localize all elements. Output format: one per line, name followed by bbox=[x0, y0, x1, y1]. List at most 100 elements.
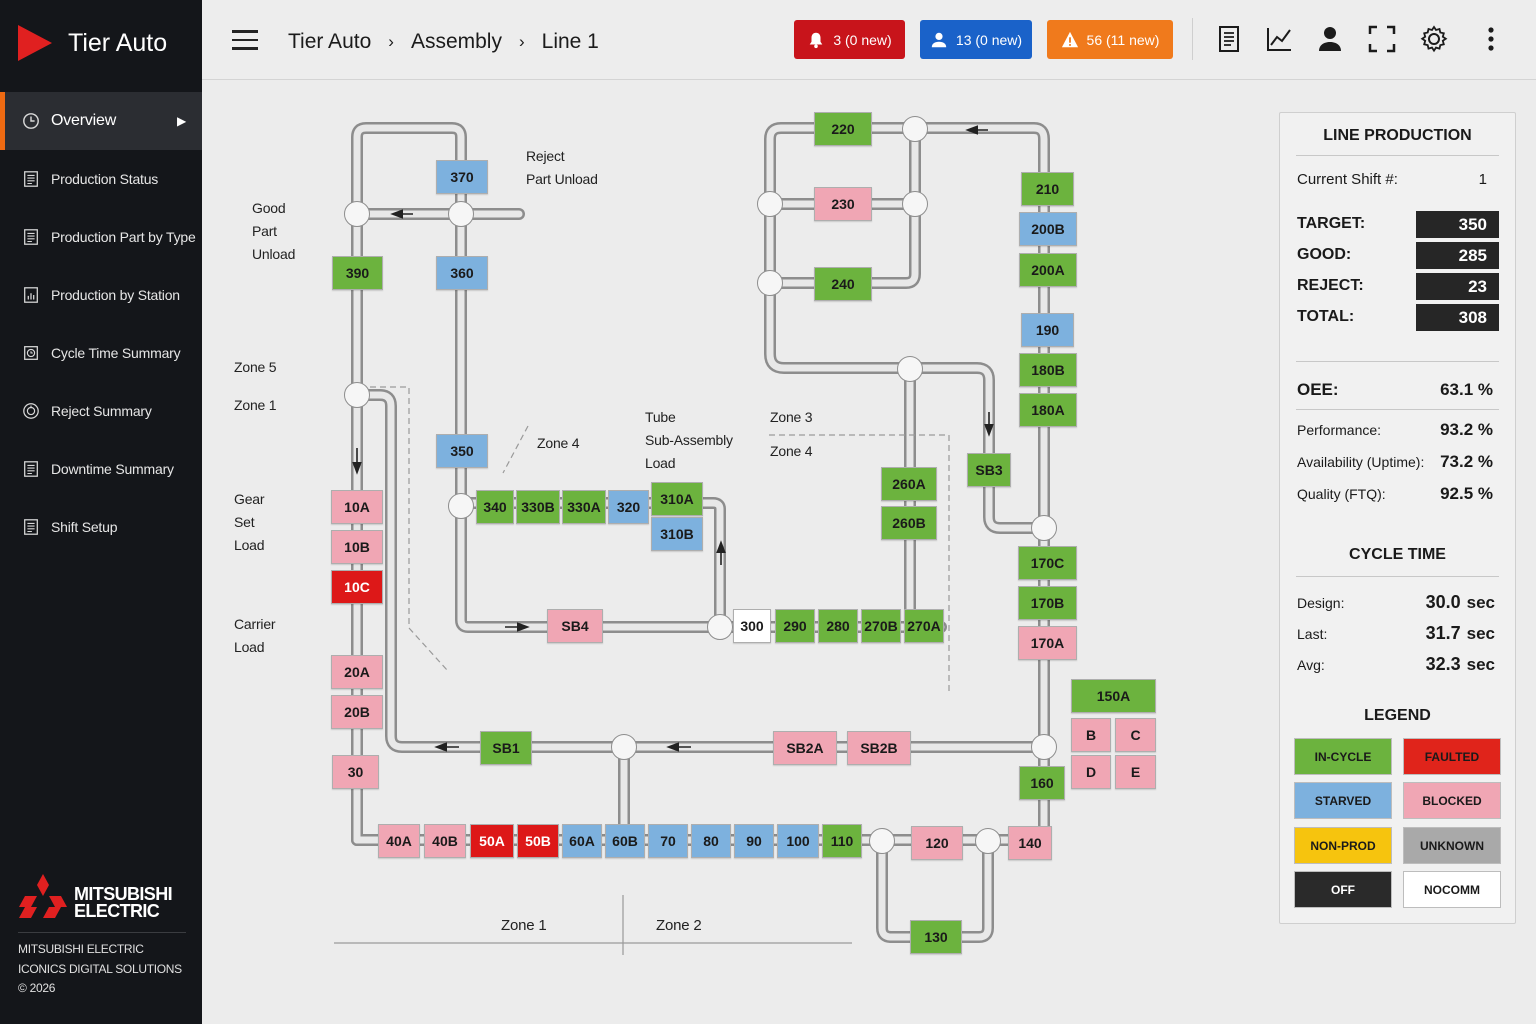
breadcrumb-item[interactable]: Line 1 bbox=[542, 30, 599, 54]
station-SB1[interactable]: SB1 bbox=[480, 731, 532, 765]
station-50A[interactable]: 50A bbox=[470, 824, 514, 858]
station-SB3[interactable]: SB3 bbox=[967, 453, 1011, 487]
gear-set-load-label: Gear Set Load bbox=[234, 491, 265, 553]
station-50B[interactable]: 50B bbox=[517, 824, 559, 858]
app-brand[interactable]: Tier Auto bbox=[18, 20, 167, 66]
station-200A[interactable]: 200A bbox=[1019, 253, 1077, 287]
sidebar-item-reject-summary[interactable]: Reject Summary bbox=[0, 382, 202, 440]
station-160[interactable]: 160 bbox=[1019, 766, 1065, 800]
station-10A[interactable]: 10A bbox=[331, 490, 383, 524]
cycle-time-title: CYCLE TIME bbox=[1349, 546, 1446, 563]
station-140[interactable]: 140 bbox=[1008, 826, 1052, 860]
station-350[interactable]: 350 bbox=[436, 434, 488, 468]
station-270A[interactable]: 270A bbox=[904, 609, 944, 643]
warnings-button[interactable]: 56 (11 new) bbox=[1047, 20, 1173, 59]
station-330B[interactable]: 330B bbox=[516, 490, 560, 524]
sidebar-item-production-status[interactable]: Production Status bbox=[0, 150, 202, 208]
station-180B[interactable]: 180B bbox=[1019, 353, 1077, 387]
station-40A[interactable]: 40A bbox=[378, 824, 420, 858]
station-300[interactable]: 300 bbox=[733, 609, 771, 643]
station-60A[interactable]: 60A bbox=[562, 824, 602, 858]
trend-icon[interactable] bbox=[1264, 24, 1294, 54]
station-B[interactable]: B bbox=[1071, 718, 1111, 752]
station-100[interactable]: 100 bbox=[777, 824, 819, 858]
station-280[interactable]: 280 bbox=[818, 609, 858, 643]
station-170C[interactable]: 170C bbox=[1018, 546, 1077, 580]
station-90[interactable]: 90 bbox=[734, 824, 774, 858]
station-270B[interactable]: 270B bbox=[861, 609, 901, 643]
sidebar-item-overview[interactable]: Overview ▶ bbox=[0, 92, 202, 150]
station-20B[interactable]: 20B bbox=[331, 695, 383, 729]
station-330A[interactable]: 330A bbox=[562, 490, 606, 524]
station-170B[interactable]: 170B bbox=[1018, 586, 1077, 620]
legend-unknown: UNKNOWN bbox=[1403, 827, 1501, 864]
station-130[interactable]: 130 bbox=[910, 920, 962, 954]
more-vertical-icon[interactable] bbox=[1476, 24, 1506, 54]
station-200B[interactable]: 200B bbox=[1019, 212, 1077, 246]
station-60B[interactable]: 60B bbox=[605, 824, 645, 858]
alarms-button[interactable]: 3 (0 new) bbox=[794, 20, 905, 59]
station-120[interactable]: 120 bbox=[911, 826, 963, 860]
sidebar-item-production-part-by-type[interactable]: Production Part by Type bbox=[0, 208, 202, 266]
station-E[interactable]: E bbox=[1115, 755, 1156, 789]
station-260B[interactable]: 260B bbox=[881, 506, 937, 540]
station-340[interactable]: 340 bbox=[476, 490, 514, 524]
station-SB4[interactable]: SB4 bbox=[547, 609, 603, 643]
station-30[interactable]: 30 bbox=[332, 755, 379, 789]
station-110[interactable]: 110 bbox=[822, 824, 862, 858]
fullscreen-icon[interactable] bbox=[1367, 24, 1397, 54]
station-240[interactable]: 240 bbox=[814, 267, 872, 301]
station-80[interactable]: 80 bbox=[691, 824, 731, 858]
station-260A[interactable]: 260A bbox=[881, 467, 937, 501]
station-370[interactable]: 370 bbox=[436, 160, 488, 194]
sidebar-item-label: Downtime Summary bbox=[51, 461, 174, 477]
report-icon[interactable] bbox=[1214, 24, 1244, 54]
station-210[interactable]: 210 bbox=[1021, 172, 1074, 206]
carrier-load-label: Carrier Load bbox=[234, 616, 276, 655]
station-220[interactable]: 220 bbox=[814, 112, 872, 146]
user-icon[interactable] bbox=[1315, 24, 1345, 54]
sidebar-item-label: Production Part by Type bbox=[51, 229, 196, 245]
sidebar-item-downtime-summary[interactable]: Downtime Summary bbox=[0, 440, 202, 498]
station-290[interactable]: 290 bbox=[775, 609, 815, 643]
junction-node bbox=[757, 191, 783, 217]
station-360[interactable]: 360 bbox=[436, 256, 488, 290]
station-170A[interactable]: 170A bbox=[1018, 626, 1077, 660]
station-10C[interactable]: 10C bbox=[331, 570, 383, 604]
sidebar-item-production-by-station[interactable]: Production by Station bbox=[0, 266, 202, 324]
station-310B[interactable]: 310B bbox=[651, 517, 703, 551]
sidebar-item-shift-setup[interactable]: Shift Setup bbox=[0, 498, 202, 556]
station-20A[interactable]: 20A bbox=[331, 655, 383, 689]
station-320[interactable]: 320 bbox=[608, 490, 649, 524]
breadcrumb-item[interactable]: Assembly bbox=[411, 30, 502, 54]
sidebar-item-cycle-time-summary[interactable]: Cycle Time Summary bbox=[0, 324, 202, 382]
station-40B[interactable]: 40B bbox=[424, 824, 466, 858]
legend-blocked: BLOCKED bbox=[1403, 782, 1501, 819]
junction-node bbox=[1031, 734, 1057, 760]
zone-5-label: Zone 5 bbox=[234, 359, 277, 375]
station-310A[interactable]: 310A bbox=[651, 482, 703, 516]
station-150A[interactable]: 150A bbox=[1071, 679, 1156, 713]
station-390[interactable]: 390 bbox=[332, 256, 383, 290]
report-icon bbox=[24, 461, 38, 477]
station-D[interactable]: D bbox=[1071, 755, 1111, 789]
menu-icon[interactable] bbox=[232, 30, 258, 50]
station-180A[interactable]: 180A bbox=[1019, 393, 1077, 427]
divider bbox=[1296, 576, 1499, 577]
station-230[interactable]: 230 bbox=[814, 187, 872, 221]
legend-in-cycle: IN-CYCLE bbox=[1294, 738, 1392, 775]
station-C[interactable]: C bbox=[1115, 718, 1156, 752]
chevron-right-icon: › bbox=[388, 32, 394, 51]
settings-gear-icon[interactable] bbox=[1419, 24, 1449, 54]
sidebar-item-label: Reject Summary bbox=[51, 403, 152, 419]
report-icon bbox=[24, 229, 38, 245]
station-10B[interactable]: 10B bbox=[331, 530, 383, 564]
station-SB2A[interactable]: SB2A bbox=[773, 731, 837, 765]
station-SB2B[interactable]: SB2B bbox=[847, 731, 911, 765]
kpi-target: TARGET: 350 bbox=[1297, 211, 1499, 238]
users-button[interactable]: 13 (0 new) bbox=[920, 20, 1032, 59]
user-icon bbox=[931, 32, 947, 47]
breadcrumb-item[interactable]: Tier Auto bbox=[288, 30, 371, 54]
station-70[interactable]: 70 bbox=[648, 824, 688, 858]
station-190[interactable]: 190 bbox=[1021, 313, 1074, 347]
